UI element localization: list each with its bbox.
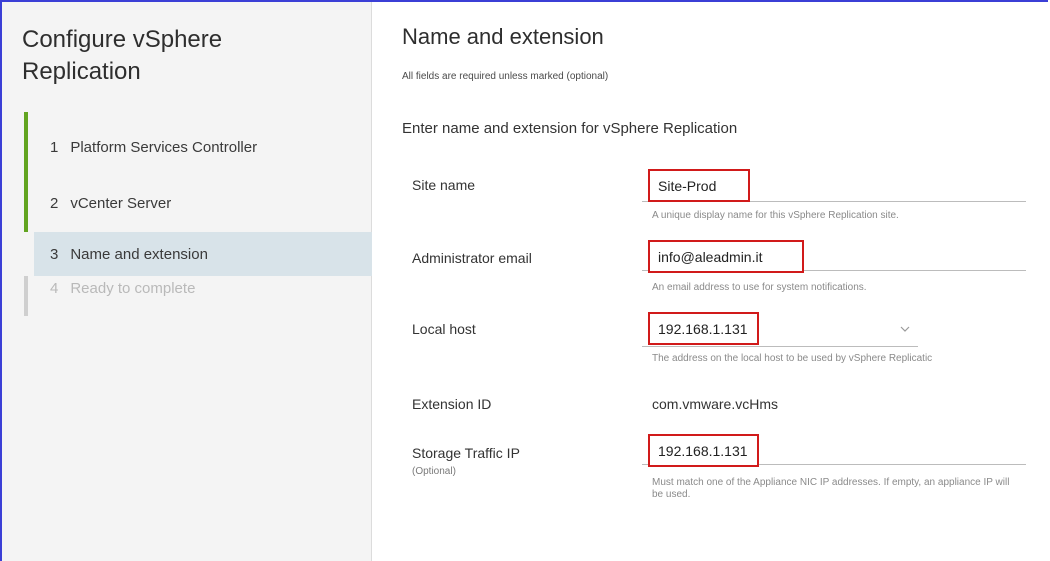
step-vcenter-server[interactable]: 2 vCenter Server <box>24 174 372 232</box>
storage-traffic-ip-value: 192.168.1.131 <box>658 442 748 459</box>
wizard-title: Configure vSphere Replication <box>22 26 223 85</box>
storage-traffic-ip-hint: Must match one of the Appliance NIC IP a… <box>652 477 1010 500</box>
required-note: All fields are required unless marked (o… <box>402 71 609 82</box>
step-progress-bar <box>24 276 28 316</box>
site-name-hint: A unique display name for this vSphere R… <box>652 210 899 221</box>
step-number: 3 <box>50 245 59 263</box>
step-label: Ready to complete <box>70 280 196 297</box>
site-name-input[interactable]: Site-Prod <box>648 169 750 202</box>
storage-traffic-ip-input[interactable]: 192.168.1.131 <box>648 434 759 467</box>
wizard-main: Name and extension All fields are requir… <box>372 2 1048 561</box>
local-host-label: Local host <box>412 321 476 337</box>
step-label: Name and extension <box>70 245 208 263</box>
site-name-value: Site-Prod <box>658 177 717 194</box>
section-title: Enter name and extension for vSphere Rep… <box>402 120 738 137</box>
admin-email-input[interactable]: info@aleadmin.it <box>648 240 804 273</box>
local-host-select[interactable]: 192.168.1.131 <box>648 312 759 345</box>
local-host-underline <box>642 346 918 347</box>
wizard-steps: 1 Platform Services Controller 2 vCenter… <box>24 112 372 316</box>
step-progress-bar <box>24 112 28 174</box>
step-ready-to-complete: 4 Ready to complete <box>24 276 372 316</box>
wizard-window: Configure vSphere Replication 1 Platform… <box>0 0 1048 561</box>
step-label: vCenter Server <box>70 194 172 212</box>
step-platform-services-controller[interactable]: 1 Platform Services Controller <box>24 112 372 174</box>
page-title: Name and extension <box>402 24 604 49</box>
step-number: 2 <box>50 194 59 212</box>
chevron-down-icon[interactable] <box>900 324 910 334</box>
extension-id-value: com.vmware.vcHms <box>652 396 779 412</box>
step-label: Platform Services Controller <box>70 138 258 156</box>
step-progress-bar <box>24 174 28 232</box>
admin-email-hint: An email address to use for system notif… <box>652 282 867 293</box>
admin-email-value: info@aleadmin.it <box>658 248 763 265</box>
local-host-value: 192.168.1.131 <box>658 320 748 337</box>
extension-id-label: Extension ID <box>412 396 492 412</box>
admin-email-label: Administrator email <box>412 250 532 266</box>
step-number: 4 <box>50 280 59 297</box>
local-host-hint: The address on the local host to be used… <box>652 353 933 364</box>
wizard-sidebar: Configure vSphere Replication 1 Platform… <box>2 2 372 561</box>
storage-traffic-ip-label: Storage Traffic IP <box>412 445 520 461</box>
step-name-and-extension[interactable]: 3 Name and extension <box>34 232 372 276</box>
step-number: 1 <box>50 138 59 156</box>
site-name-label: Site name <box>412 177 476 193</box>
storage-traffic-ip-optional: (Optional) <box>412 466 456 477</box>
